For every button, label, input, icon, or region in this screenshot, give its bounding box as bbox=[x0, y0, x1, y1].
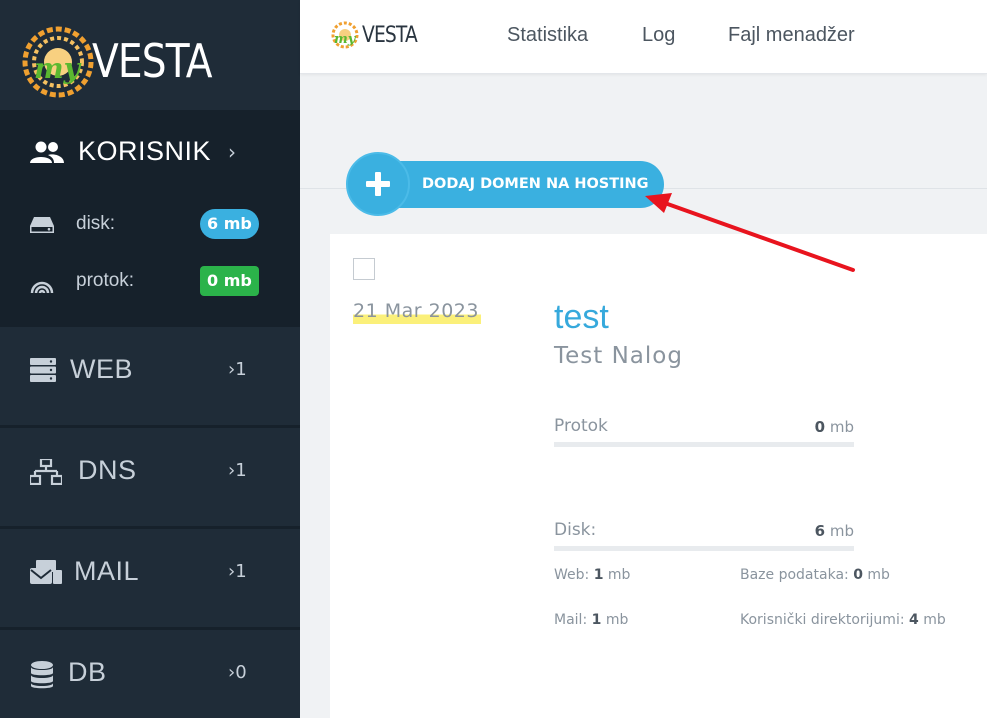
sidebar-item-user-label: KORISNIK bbox=[78, 136, 212, 166]
signal-icon bbox=[30, 281, 54, 293]
nav-fajl-menadzer[interactable]: Fajl menadžer bbox=[728, 24, 855, 47]
detail-dirs: Korisnički direktorijumi: 4 mb bbox=[740, 612, 946, 628]
stat-disk-label: disk: bbox=[76, 213, 116, 234]
detail-mail: Mail: 1 mb bbox=[554, 612, 629, 628]
sidebar-item-mail-label: MAIL bbox=[74, 556, 140, 586]
top-logo-name: VESTA bbox=[362, 23, 418, 48]
top-logo-prefix: my bbox=[334, 32, 356, 47]
sidebar-item-db-label: DB bbox=[68, 657, 107, 687]
metric-disk-value: 6 mb bbox=[814, 522, 854, 540]
top-bar: my VESTA Statistika Log Fajl menadžer bbox=[300, 0, 987, 74]
plus-icon bbox=[366, 172, 390, 196]
user-stats: disk: 6 mb protok: 0 mb bbox=[0, 194, 300, 324]
sidebar-item-web[interactable]: WEB ›1 bbox=[0, 324, 300, 422]
sidebar-item-dns[interactable]: DNS ›1 bbox=[0, 425, 300, 523]
sidebar-item-web-count: ›1 bbox=[228, 359, 247, 380]
add-domain-label: DODAJ DOMEN NA HOSTING bbox=[422, 176, 649, 192]
sidebar-item-dns-label: DNS bbox=[78, 455, 137, 485]
nav-log[interactable]: Log bbox=[642, 24, 675, 47]
select-checkbox[interactable] bbox=[353, 258, 375, 280]
sidebar-item-db-count: ›0 bbox=[228, 662, 247, 683]
disk-progress-bar bbox=[554, 546, 854, 551]
sidebar-item-dns-count: ›1 bbox=[228, 460, 247, 481]
metric-protok-label: Protok bbox=[554, 416, 608, 436]
sidebar: my VESTA KORISNIK › disk: 6 mb protok: 0… bbox=[0, 0, 300, 718]
logo-prefix: my bbox=[34, 52, 80, 85]
sidebar-item-mail-count: ›1 bbox=[228, 561, 247, 582]
metric-disk-label: Disk: bbox=[554, 520, 597, 540]
users-icon bbox=[30, 141, 64, 163]
disk-badge: 6 mb bbox=[200, 209, 259, 239]
username[interactable]: test bbox=[554, 298, 609, 337]
stat-protok: protok: 0 mb bbox=[0, 263, 300, 303]
network-icon bbox=[30, 459, 62, 485]
sidebar-item-db[interactable]: DB ›0 bbox=[0, 627, 300, 718]
user-fullname: Test Nalog bbox=[554, 343, 683, 369]
creation-date: 21 Mar 2023 bbox=[353, 300, 481, 324]
mail-icon bbox=[30, 560, 62, 584]
logo-name: VESTA bbox=[92, 34, 212, 88]
hdd-icon bbox=[30, 217, 54, 233]
add-domain-button[interactable]: DODAJ DOMEN NA HOSTING bbox=[346, 152, 664, 216]
chevron-right-icon: › bbox=[228, 140, 236, 164]
database-icon bbox=[31, 661, 53, 689]
metric-protok-value: 0 mb bbox=[814, 418, 854, 436]
sidebar-item-web-label: WEB bbox=[70, 354, 134, 384]
sidebar-logo[interactable]: my VESTA bbox=[0, 0, 300, 110]
detail-baze: Baze podataka: 0 mb bbox=[740, 567, 890, 583]
stat-disk: disk: 6 mb bbox=[0, 206, 300, 246]
sidebar-item-user[interactable]: KORISNIK › bbox=[0, 110, 300, 194]
protok-badge: 0 mb bbox=[200, 266, 259, 296]
sidebar-item-mail[interactable]: MAIL ›1 bbox=[0, 526, 300, 624]
stat-protok-label: protok: bbox=[76, 270, 135, 291]
nav-statistika[interactable]: Statistika bbox=[507, 24, 588, 47]
server-icon bbox=[30, 358, 56, 382]
detail-web: Web: 1 mb bbox=[554, 567, 631, 583]
protok-progress-bar bbox=[554, 442, 854, 447]
